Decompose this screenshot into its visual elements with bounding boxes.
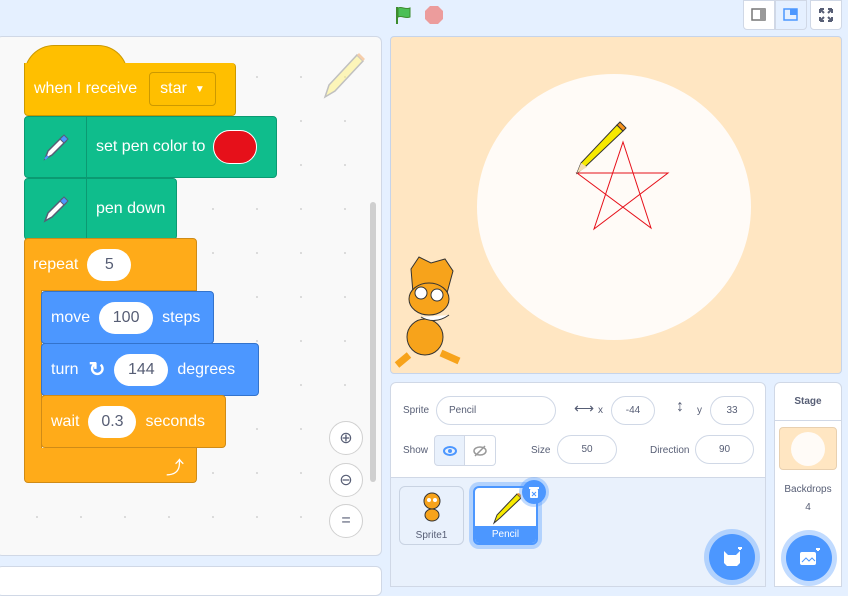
direction-input[interactable]: 90: [695, 435, 754, 464]
sprite-list-panel: Sprite1 Pencil: [390, 478, 766, 587]
set-pen-color-block[interactable]: set pen color to: [24, 116, 277, 178]
choose-sprite-button[interactable]: [709, 534, 755, 580]
set-pen-color-label: set pen color to: [96, 138, 206, 155]
x-label: x: [598, 405, 603, 416]
x-arrows-icon: ⟷: [574, 400, 595, 416]
eye-icon: [442, 445, 457, 456]
sprite-info-panel: Sprite Pencil ⟷ x -44 ↕ y 33 Show Size 5…: [390, 382, 766, 478]
zoom-in-button[interactable]: ⊕: [329, 421, 363, 455]
y-label: y: [697, 405, 702, 416]
cat-thumbnail-icon: [423, 492, 441, 522]
sprite-name-value: Pencil: [449, 405, 477, 416]
when-i-receive-block[interactable]: when I receive star ▼: [24, 63, 236, 116]
show-hidden-button[interactable]: [465, 435, 496, 466]
stop-button[interactable]: [424, 5, 444, 25]
show-label: Show: [403, 445, 429, 456]
bottom-panel: [0, 566, 382, 596]
green-flag-button[interactable]: [394, 5, 414, 25]
zoom-out-icon: ⊖: [339, 472, 353, 489]
zoom-in-icon: ⊕: [339, 430, 353, 447]
pen-extension-icon: [25, 179, 87, 239]
normal-stage-button[interactable]: [775, 0, 807, 30]
wait-seconds-input[interactable]: 0.3: [88, 405, 137, 438]
wait-block[interactable]: wait 0.3 seconds: [41, 395, 226, 448]
sprite-watermark-pencil-icon: [321, 51, 367, 106]
choose-backdrop-button[interactable]: [786, 535, 832, 581]
pen-down-block[interactable]: pen down: [24, 178, 177, 240]
repeat-count-input[interactable]: 5: [87, 249, 132, 281]
size-value: 50: [581, 444, 593, 455]
turn-label: turn: [51, 360, 79, 378]
move-steps-input[interactable]: 100: [99, 301, 154, 334]
backdrop-circle: [477, 74, 751, 340]
zoom-reset-icon: =: [341, 512, 351, 529]
x-position-input[interactable]: -44: [611, 396, 655, 425]
code-workspace[interactable]: when I receive star ▼ set pen color to p…: [0, 36, 382, 556]
repeat-arm: [24, 290, 42, 455]
message-dropdown[interactable]: star ▼: [149, 72, 216, 106]
size-input[interactable]: 50: [557, 435, 617, 464]
pen-color-swatch[interactable]: [213, 130, 258, 164]
sprite-name: Sprite1: [415, 530, 448, 541]
normal-stage-icon: [783, 8, 798, 21]
sprite-name-input[interactable]: Pencil: [436, 396, 556, 425]
backdrops-count: 4: [805, 502, 811, 513]
trash-icon: [529, 487, 539, 498]
zoom-out-button[interactable]: ⊖: [329, 463, 363, 497]
stop-icon: [425, 6, 443, 24]
zoom-reset-button[interactable]: =: [329, 504, 363, 538]
show-visible-button[interactable]: [434, 435, 465, 466]
stage-thumbnail[interactable]: [779, 427, 837, 470]
small-stage-icon: [751, 8, 766, 21]
direction-value: 90: [718, 444, 731, 455]
x-value: -44: [625, 405, 641, 416]
direction-label: Direction: [650, 445, 690, 456]
wait-label: wait: [51, 412, 80, 430]
pen-extension-icon: [25, 117, 87, 177]
pencil-thumbnail-icon: [492, 493, 521, 525]
backdrops-label: Backdrops: [784, 484, 832, 495]
y-position-input[interactable]: 33: [710, 396, 754, 425]
fullscreen-button[interactable]: [810, 0, 842, 30]
message-value: star: [160, 80, 187, 97]
sprite-label: Sprite: [403, 405, 430, 416]
stage-title: Stage: [794, 396, 822, 407]
seconds-label: seconds: [145, 412, 206, 430]
cat-plus-icon: [724, 547, 742, 566]
when-i-receive-label: when I receive: [34, 80, 138, 97]
vertical-scrollbar[interactable]: [370, 202, 376, 482]
cat-sprite: [394, 256, 461, 368]
pen-down-label: pen down: [96, 200, 166, 217]
rotate-right-icon: ↻: [88, 359, 106, 381]
fullscreen-icon: [819, 8, 833, 22]
stage-selector-panel[interactable]: Stage Backdrops 4: [774, 382, 842, 587]
size-label: Size: [531, 445, 551, 456]
turn-block[interactable]: turn ↻ 144 degrees: [41, 343, 259, 396]
turn-degrees-input[interactable]: 144: [114, 353, 169, 386]
sprite-tile-sprite1[interactable]: Sprite1: [399, 486, 464, 545]
repeat-label: repeat: [33, 256, 79, 273]
eye-slash-icon: [473, 444, 487, 457]
steps-label: steps: [162, 308, 201, 326]
small-stage-button[interactable]: [743, 0, 775, 30]
move-label: move: [51, 308, 91, 326]
backdrop-plus-icon: [800, 548, 820, 565]
move-block[interactable]: move 100 steps: [41, 291, 214, 344]
delete-sprite-button[interactable]: [522, 480, 546, 504]
degrees-label: degrees: [177, 360, 236, 378]
stage-canvas[interactable]: [390, 36, 842, 374]
y-arrows-icon: ↕: [676, 398, 684, 415]
loop-arrow-icon: ⤴: [166, 458, 184, 478]
green-flag-icon: [396, 6, 411, 24]
sprite-name: Pencil: [491, 529, 520, 540]
backdrop-circle-thumbnail: [791, 431, 825, 466]
y-value: 33: [726, 405, 738, 416]
chevron-down-icon: ▼: [194, 83, 205, 95]
